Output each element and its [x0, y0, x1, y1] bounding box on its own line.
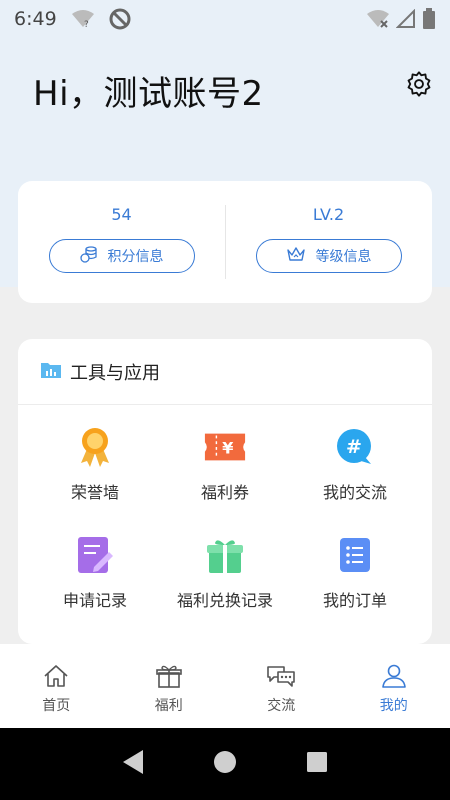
- tool-label: 荣誉墙: [70, 483, 119, 502]
- back-icon[interactable]: [122, 749, 144, 779]
- level-info-label: 等级信息: [315, 249, 372, 265]
- tools-title: 工具与应用: [70, 362, 160, 384]
- nav-label: 首页: [42, 698, 71, 714]
- tool-honor-wall[interactable]: 荣誉墙: [30, 425, 160, 533]
- settings-button[interactable]: [403, 70, 435, 102]
- medal-icon: [73, 425, 117, 469]
- nav-item-mine[interactable]: 我的: [338, 644, 450, 728]
- nav-label: 福利: [154, 698, 183, 714]
- do-not-disturb-icon: [109, 8, 131, 30]
- hashtag-chat-icon: #: [333, 425, 377, 469]
- battery-icon: [422, 8, 436, 30]
- svg-text:#: #: [346, 436, 362, 458]
- nav-item-home[interactable]: 首页: [0, 644, 113, 728]
- points-value: 54: [111, 205, 132, 224]
- folder-chart-icon: [40, 361, 62, 383]
- chat-icon: [266, 664, 296, 692]
- points-info-label: 积分信息: [107, 249, 164, 265]
- status-bar: 6:49 ?: [0, 0, 450, 38]
- tools-grid: 荣誉墙 ¥ 福利券 # 我的交流 申请记录 福利兑换记录 我的订单: [18, 405, 432, 641]
- greeting-title: Hi，测试账号2: [33, 74, 264, 114]
- tools-header: 工具与应用: [18, 339, 432, 405]
- wifi-off-icon: [366, 9, 390, 29]
- tool-application-records[interactable]: 申请记录: [30, 533, 160, 641]
- recents-icon[interactable]: [306, 751, 328, 777]
- gear-icon: [405, 70, 433, 102]
- tool-label: 福利券: [200, 483, 249, 502]
- home-circle-icon[interactable]: [213, 750, 237, 778]
- bottom-nav: 首页 福利 交流 我的: [0, 644, 450, 728]
- order-list-icon: [333, 533, 377, 577]
- tool-welfare-exchange-records[interactable]: 福利兑换记录: [160, 533, 290, 641]
- edit-document-icon: [73, 533, 117, 577]
- tool-label: 申请记录: [62, 591, 127, 610]
- crown-icon: [286, 245, 306, 267]
- tool-label: 福利兑换记录: [176, 591, 273, 610]
- tool-label: 我的交流: [322, 483, 387, 502]
- status-time: 6:49: [14, 8, 57, 30]
- wifi-question-icon: ?: [71, 9, 95, 29]
- signal-icon: [396, 9, 416, 29]
- coins-icon: [79, 245, 98, 267]
- tool-my-exchange[interactable]: # 我的交流: [290, 425, 420, 533]
- level-value: LV.2: [312, 205, 345, 224]
- points-info-button[interactable]: 积分信息: [48, 239, 195, 273]
- svg-text:?: ?: [84, 20, 89, 29]
- tools-card: 工具与应用 荣誉墙 ¥ 福利券 # 我的交流 申请记录 福利兑换记录 我的订单: [18, 339, 432, 644]
- gift-icon: [155, 664, 182, 692]
- level-section: LV.2 等级信息: [225, 181, 432, 303]
- home-icon: [43, 664, 69, 692]
- level-info-button[interactable]: 等级信息: [255, 239, 402, 273]
- nav-label: 我的: [379, 698, 408, 714]
- tool-my-orders[interactable]: 我的订单: [290, 533, 420, 641]
- tool-coupon[interactable]: ¥ 福利券: [160, 425, 290, 533]
- gift-box-icon: [203, 533, 247, 577]
- nav-label: 交流: [267, 698, 296, 714]
- coupon-icon: ¥: [203, 425, 247, 469]
- svg-text:¥: ¥: [222, 439, 234, 458]
- stats-divider: [225, 205, 226, 279]
- stats-card: 54 积分信息 LV.2 等级信息: [18, 181, 432, 303]
- user-icon: [381, 664, 407, 692]
- nav-item-welfare[interactable]: 福利: [113, 644, 226, 728]
- points-section: 54 积分信息: [18, 181, 225, 303]
- tool-label: 我的订单: [322, 591, 387, 610]
- nav-item-exchange[interactable]: 交流: [225, 644, 338, 728]
- system-navigation-bar: [0, 728, 450, 800]
